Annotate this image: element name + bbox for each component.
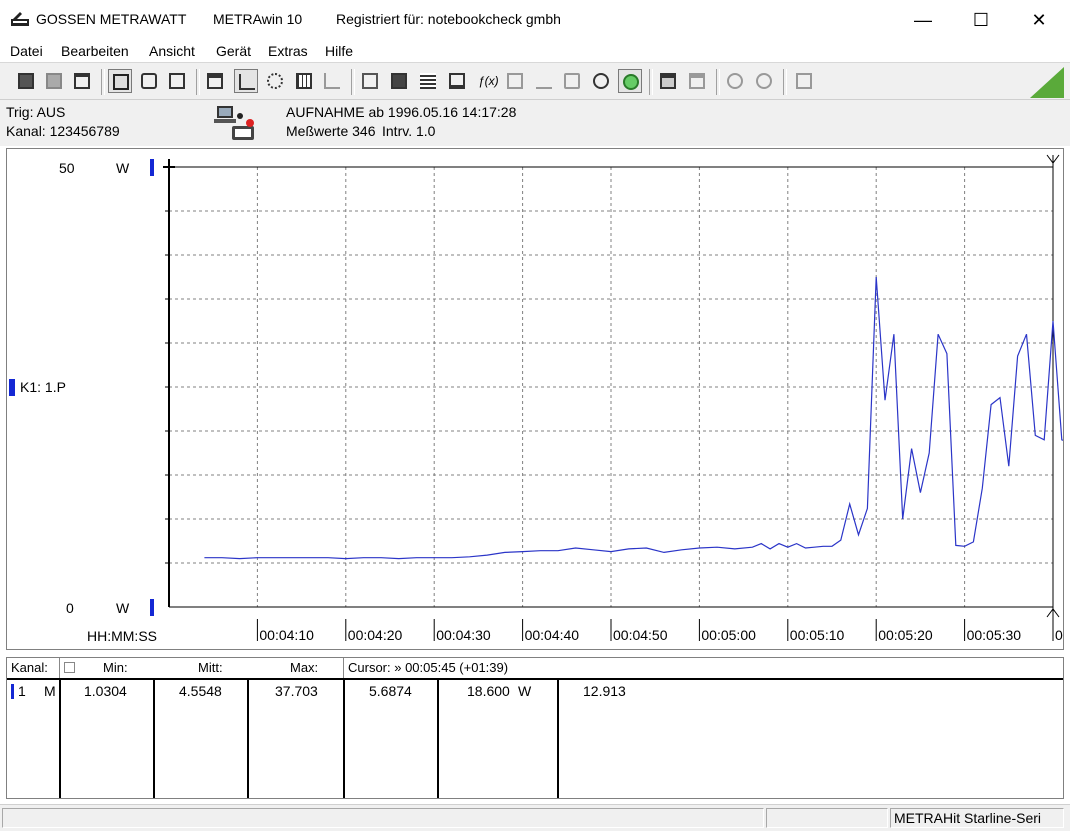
print-preview-icon [685,69,709,93]
trigger-icon[interactable] [589,69,613,93]
auto-icon[interactable] [618,69,642,93]
open-icon[interactable] [70,69,94,93]
series-line-k1 [204,276,1063,560]
row-mode: M [44,683,56,699]
status-device: METRAHit Starline-Seri [890,808,1064,828]
header-cursor: Cursor: » 00:05:45 (+01:39) [348,660,509,675]
message-icon [792,69,816,93]
row-max: 37.703 [275,683,318,699]
x-tick-label: 00:05:20 [878,627,933,643]
info-panel: Trig: AUS Kanal: 123456789 AUFNAHME ab 1… [0,100,1070,146]
title-bar: GOSSEN METRAWATT METRAwin 10 Registriert… [0,0,1070,40]
row-unit: W [518,683,532,699]
toolbar-separator [716,69,720,95]
header-avg: Mitt: [198,660,223,675]
chart-plot[interactable]: 00:04:10 00:04:20 00:04:30 00:04:40 00:04:50… [7,149,1063,649]
row-cursor-b: 18.600 [467,683,510,699]
device-icon[interactable] [165,69,189,93]
x-tick-label: 00:05:30 [967,627,1022,643]
zoom-out-icon [752,69,776,93]
column-divider [59,658,60,678]
row-min: 1.0304 [84,683,127,699]
x-tick-label: 00:05:40 [1055,627,1063,643]
header-divider [7,678,1063,680]
meter-icon [503,69,527,93]
import-icon[interactable] [387,69,411,93]
header-channel: Kanal: [11,660,48,675]
app-name: GOSSEN METRAWATT [36,11,187,27]
chart-panel: 50 W 0 W K1: 1.P HH:MM:SS 00:04:10 00:04:… [6,148,1064,650]
measure-icon[interactable] [108,69,132,93]
x-tick-label: 00:04:10 [259,627,314,643]
trigger-status: Trig: AUS [6,104,66,120]
table-view-icon[interactable] [292,69,316,93]
menu-extras[interactable]: Extras [268,43,308,59]
save-disabled-icon [42,69,66,93]
device-config-icon[interactable] [137,69,161,93]
row-cursor-c: 12.913 [583,683,626,699]
recording-info: AUFNAHME ab 1996.05.16 14:17:28 [286,104,517,120]
menu-geraet[interactable]: Gerät [216,43,251,59]
row-cursor-a: 5.6874 [369,683,412,699]
x-tick-label: 00:04:20 [348,627,403,643]
column-divider [153,680,155,798]
maximize-button[interactable]: ☐ [952,0,1010,40]
select-all-checkbox[interactable] [64,662,75,673]
column-divider [437,680,439,798]
status-triangle-icon [1030,67,1064,98]
status-pane-mid [766,808,888,828]
device-connection-icon [214,106,254,140]
menu-bar: Datei Bearbeiten Ansicht Gerät Extras Hi… [0,40,1070,62]
column-divider [557,680,559,798]
column-divider [343,680,345,798]
status-bar: METRAHit Starline-Seri [0,804,1070,831]
signal-icon [532,69,556,93]
cursor-crosshair-icon[interactable] [263,69,287,93]
formula-icon[interactable]: ƒ(x) [474,69,499,93]
app-logo-icon [11,12,29,26]
toolbar-separator [649,69,653,95]
statistics-table: Kanal: Min: Mitt: Max: Cursor: » 00:05:4… [6,657,1064,799]
toolbar-separator [101,69,105,95]
column-divider [247,680,249,798]
minimize-button[interactable]: — [894,0,952,40]
header-min: Min: [103,660,128,675]
menu-bearbeiten[interactable]: Bearbeiten [61,43,129,59]
column-divider [343,658,344,678]
x-tick-label: 00:05:00 [701,627,756,643]
toolbar-separator [351,69,355,95]
data-icon[interactable] [416,69,440,93]
x-tick-label: 00:04:40 [525,627,580,643]
close-button[interactable]: ✕ [1010,0,1068,40]
interval-info: Intrv. 1.0 [382,123,436,139]
menu-ansicht[interactable]: Ansicht [149,43,195,59]
row-channel: 1 [18,683,26,699]
list-view-icon [320,69,344,93]
column-divider [59,680,61,798]
row-channel-marker [11,684,14,699]
menu-datei[interactable]: Datei [10,43,43,59]
computer-icon[interactable] [445,69,469,93]
wave-icon [560,69,584,93]
toolbar-separator [783,69,787,95]
x-tick-label: 00:05:10 [790,627,845,643]
zoom-in-icon [723,69,747,93]
program-title: METRAwin 10 [213,11,303,27]
header-max: Max: [290,660,319,675]
chart-view-icon[interactable] [234,69,258,93]
print-icon[interactable] [656,69,680,93]
save-icon[interactable] [14,69,38,93]
registration-text: Registriert für: notebookcheck gmbh [336,11,561,27]
menu-hilfe[interactable]: Hilfe [325,43,353,59]
toolbar: ƒ(x) [0,62,1070,100]
status-pane-main [2,808,764,828]
x-tick-label: 00:04:30 [436,627,491,643]
toolbar-separator [196,69,200,95]
row-avg: 4.5548 [179,683,222,699]
channel-info: Kanal: 123456789 [6,123,120,139]
x-tick-label: 00:04:50 [613,627,668,643]
printer-setup-icon[interactable] [203,69,227,93]
export-icon[interactable] [358,69,382,93]
measurement-count: Meßwerte 346 [286,123,376,139]
